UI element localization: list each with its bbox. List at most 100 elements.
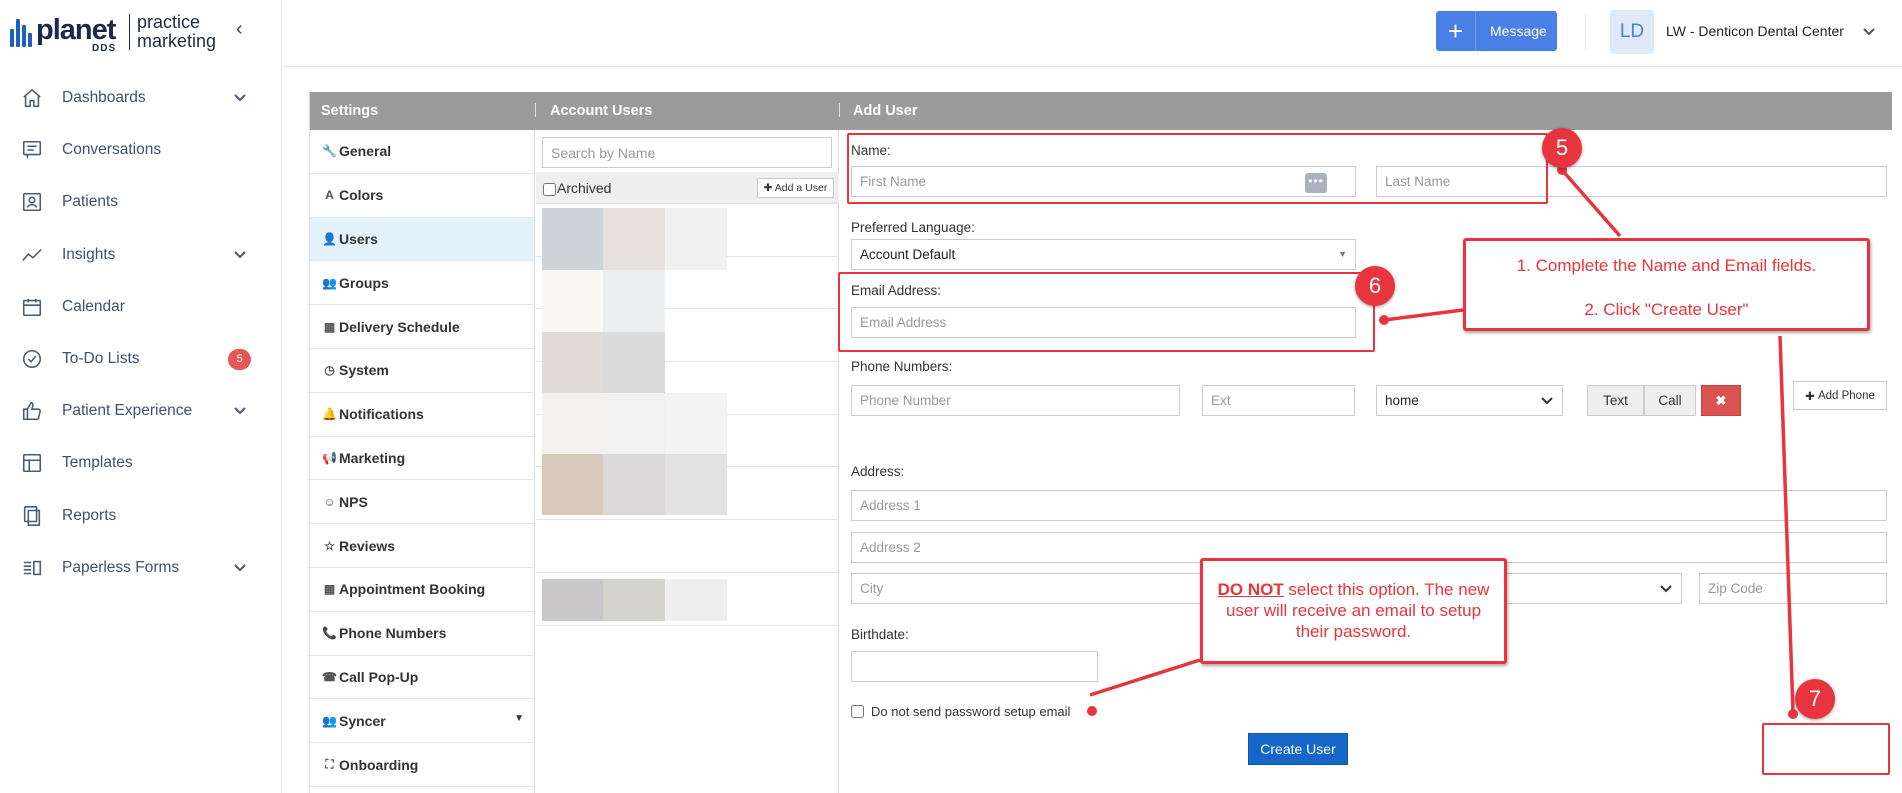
main-nav: Dashboards Conversations Patients Insigh… [0,72,282,594]
preferred-language-label: Preferred Language: [851,220,975,235]
plus-icon: + [1436,11,1476,51]
email-label: Email Address: [851,283,942,298]
calendar-icon: ▦ [323,319,336,334]
settings-item-syncer[interactable]: 👥 Syncer ▼ [310,699,534,744]
preferred-language-select[interactable]: Account Default ▼ [851,239,1356,270]
last-name-input[interactable] [1376,166,1887,197]
text-toggle-button[interactable]: Text [1587,385,1644,416]
settings-item-label: Call Pop-Up [339,668,419,685]
list-item[interactable] [536,520,839,573]
wrench-icon: 🔧 [322,144,337,159]
archived-checkbox[interactable] [543,183,556,196]
nav-item-paperless-forms[interactable]: Paperless Forms [0,542,282,594]
call-toggle-button[interactable]: Call [1644,385,1696,416]
nav-label: Templates [62,454,133,472]
font-icon: A [325,188,334,203]
nav-item-insights[interactable]: Insights [0,229,282,281]
settings-item-colors[interactable]: A Colors [310,174,534,218]
instructions-line-1: 1. Complete the Name and Email fields. [1516,256,1817,275]
nav-item-conversations[interactable]: Conversations [0,124,282,176]
caret-down-icon[interactable]: ▼ [514,713,524,724]
remove-phone-button[interactable]: ✖ [1701,385,1741,416]
more-dots-icon[interactable]: ••• [1305,173,1327,193]
no-password-email-checkbox[interactable] [851,705,864,718]
address1-input[interactable] [851,490,1887,521]
add-phone-button[interactable]: ✚ Add Phone [1793,381,1887,410]
chevron-down-icon[interactable] [232,89,248,105]
settings-item-marketing[interactable]: 📢 Marketing [310,437,534,481]
instructions-line-2: 2. Click "Create User" [1584,300,1749,319]
settings-item-reviews[interactable]: ☆ Reviews [310,524,534,568]
logo[interactable]: planet DDS practice marketing [10,13,230,54]
address-label: Address: [851,464,905,479]
nav-item-dashboards[interactable]: Dashboards [0,72,282,124]
settings-item-notifications[interactable]: 🔔 Notifications [310,393,534,437]
nav-item-reports[interactable]: Reports [0,490,282,542]
nav-item-patient-experience[interactable]: Patient Experience [0,385,282,437]
settings-item-call-popup[interactable]: ☎ Call Pop-Up [310,656,534,700]
settings-item-label: Reviews [339,537,396,554]
nav-item-todo[interactable]: To-Do Lists 5 [0,333,282,385]
zip-code-input[interactable] [1699,573,1887,604]
settings-item-label: Users [339,230,378,247]
phone-ext-input[interactable] [1202,385,1355,416]
sitemap-icon: ⛶ [325,757,334,772]
chevron-down-icon[interactable] [1861,23,1877,39]
settings-item-label: NPS [339,493,368,510]
settings-item-system[interactable]: ◷ System [310,349,534,393]
phone-type-value: home [1385,393,1419,408]
phone-number-input[interactable] [851,385,1180,416]
nav-label: Dashboards [62,89,146,107]
bell-icon: 🔔 [322,407,337,422]
settings-item-onboarding[interactable]: ⛶ Onboarding [310,743,534,787]
chevron-down-icon[interactable] [232,402,248,418]
first-name-input[interactable] [851,166,1356,197]
account-users-column-title: Account Users [550,103,653,119]
users-icon: 👥 [322,275,337,290]
home-icon [20,86,44,110]
logo-product-line1: practice [137,12,201,32]
settings-item-label: Appointment Booking [339,581,486,598]
collapse-sidebar-icon[interactable]: ‹ [236,18,256,42]
settings-item-label: Marketing [339,449,406,466]
add-user-button[interactable]: ✚ Add a User [757,178,834,198]
settings-item-appointment-booking[interactable]: ▦ Appointment Booking [310,568,534,612]
archived-filter-row: Archived ✚ Add a User [536,172,839,204]
nav-item-templates[interactable]: Templates [0,437,282,489]
settings-item-groups[interactable]: 👥 Groups [310,261,534,306]
settings-item-nps[interactable]: ☺ NPS [310,480,534,525]
settings-item-general[interactable]: 🔧 General [310,130,534,174]
top-header: + Message LD LW - Denticon Dental Center [283,0,1902,67]
avatar[interactable]: LD [1610,10,1654,54]
settings-item-delivery-schedule[interactable]: ▦ Delivery Schedule [310,305,534,349]
add-user-column-title: Add User [853,103,918,119]
logo-product-line2: marketing [137,31,217,51]
logo-product: practice marketing [137,13,216,51]
templates-icon [20,451,44,475]
email-field[interactable] [851,307,1356,338]
chevron-down-icon[interactable] [232,559,248,575]
reports-icon [20,504,44,528]
settings-item-label: Colors [339,187,384,204]
preferred-language-value: Account Default [860,247,956,262]
phone-type-select[interactable]: home [1376,385,1563,416]
birthdate-input[interactable] [851,651,1098,682]
todo-count-badge: 5 [228,348,251,370]
nav-item-calendar[interactable]: Calendar [0,281,282,333]
add-user-form: Name: ••• Preferred Language: Account De… [840,130,1892,793]
settings-item-users[interactable]: 👤 Users [310,217,534,262]
settings-panel: Settings Account Users Add User 🔧 General… [309,92,1892,793]
warning-emphasis: DO NOT [1217,580,1284,599]
instructions-callout: 1. Complete the Name and Email fields. 2… [1463,238,1870,331]
nav-item-patients[interactable]: Patients [0,176,282,228]
settings-item-label: Phone Numbers [339,625,447,642]
logo-divider [129,14,130,50]
blurred-user-avatars [542,208,772,528]
new-message-button[interactable]: + Message [1436,11,1557,51]
search-users-input[interactable] [542,137,832,168]
chevron-down-icon[interactable] [232,246,248,262]
create-user-button[interactable]: Create User [1248,733,1348,765]
message-button-label: Message [1490,23,1547,39]
account-name[interactable]: LW - Denticon Dental Center [1666,23,1844,39]
settings-item-phone-numbers[interactable]: 📞 Phone Numbers [310,612,534,656]
